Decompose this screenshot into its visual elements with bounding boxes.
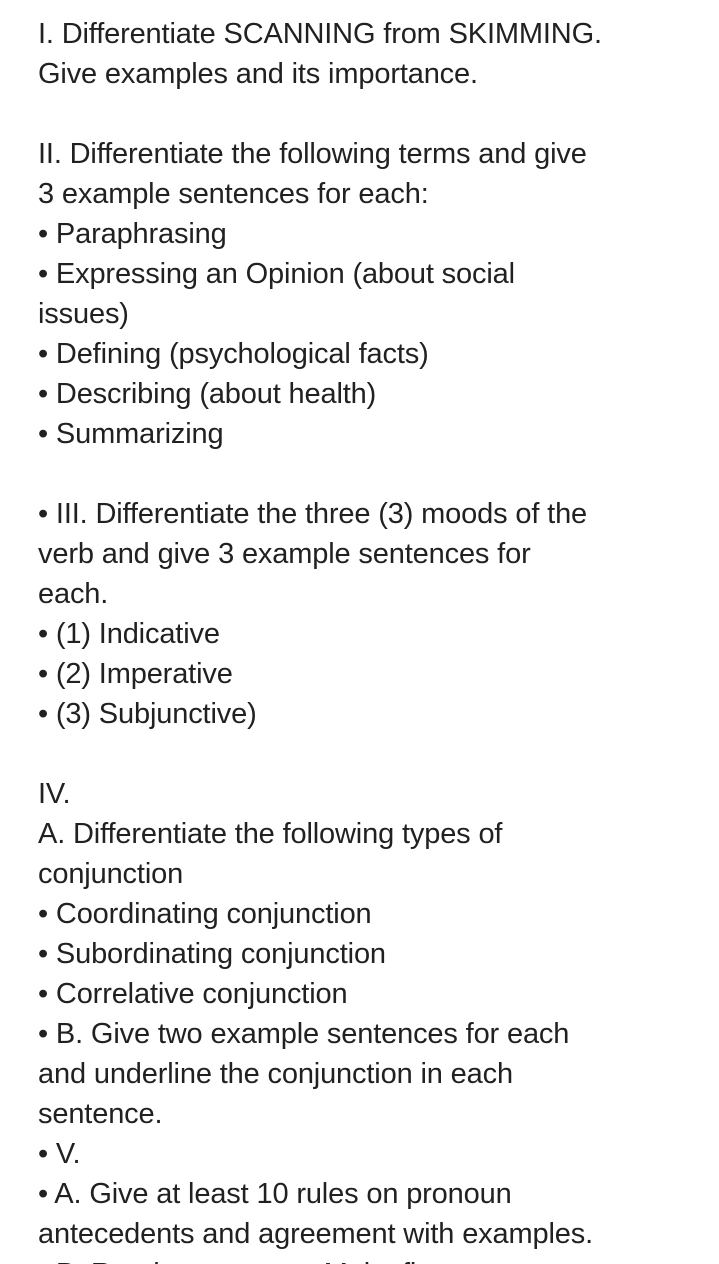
bullet-line: • Defining (psychological facts) xyxy=(38,338,429,370)
text-line: II. Differentiate the following terms an… xyxy=(38,138,587,170)
bullet-line: • A. Give at least 10 rules on pronoun xyxy=(38,1178,512,1210)
document-page: I. Differentiate SCANNING from SKIMMING.… xyxy=(0,0,719,1264)
text-line: issues) xyxy=(38,298,129,330)
bullet-line: • B. Give two example sentences for each xyxy=(38,1018,570,1050)
text-line: verb and give 3 example sentences for xyxy=(38,538,531,570)
bullet-line: • Subordinating conjunction xyxy=(38,938,386,970)
text-block-section-1: I. Differentiate SCANNING from SKIMMING.… xyxy=(38,14,681,94)
bullet-line: • (2) Imperative xyxy=(38,658,233,690)
bullet-line: • (1) Indicative xyxy=(38,618,220,650)
bullet-line: • Coordinating conjunction xyxy=(38,898,372,930)
bullet-line: • (3) Subjunctive) xyxy=(38,698,257,730)
text-line: IV. xyxy=(38,778,71,810)
text-line: Give examples and its importance. xyxy=(38,58,478,90)
text-block-section-4: IV. A. Differentiate the following types … xyxy=(38,774,681,1264)
bullet-line: • B. Read a sentence. Make five xyxy=(38,1254,681,1264)
bullet-line: • Paraphrasing xyxy=(38,218,227,250)
text-line: sentence. xyxy=(38,1098,163,1130)
text-line: 3 example sentences for each: xyxy=(38,178,429,210)
text-line: and underline the conjunction in each xyxy=(38,1058,513,1090)
bullet-line: • Correlative conjunction xyxy=(38,978,348,1010)
bullet-line: • III. Differentiate the three (3) moods… xyxy=(38,498,588,530)
text-line: each. xyxy=(38,578,109,610)
text-line: I. Differentiate SCANNING from SKIMMING. xyxy=(38,18,602,50)
bullet-line: • V. xyxy=(38,1138,81,1170)
text-block-section-3: • III. Differentiate the three (3) moods… xyxy=(38,494,681,734)
text-line: antecedents and agreement with examples. xyxy=(38,1218,594,1250)
bullet-line: • Summarizing xyxy=(38,418,224,450)
text-line: conjunction xyxy=(38,858,184,890)
text-line: A. Differentiate the following types of xyxy=(38,818,503,850)
bullet-line: • Describing (about health) xyxy=(38,378,377,410)
bullet-line: • Expressing an Opinion (about social xyxy=(38,258,515,290)
text-block-section-2: II. Differentiate the following terms an… xyxy=(38,134,681,454)
